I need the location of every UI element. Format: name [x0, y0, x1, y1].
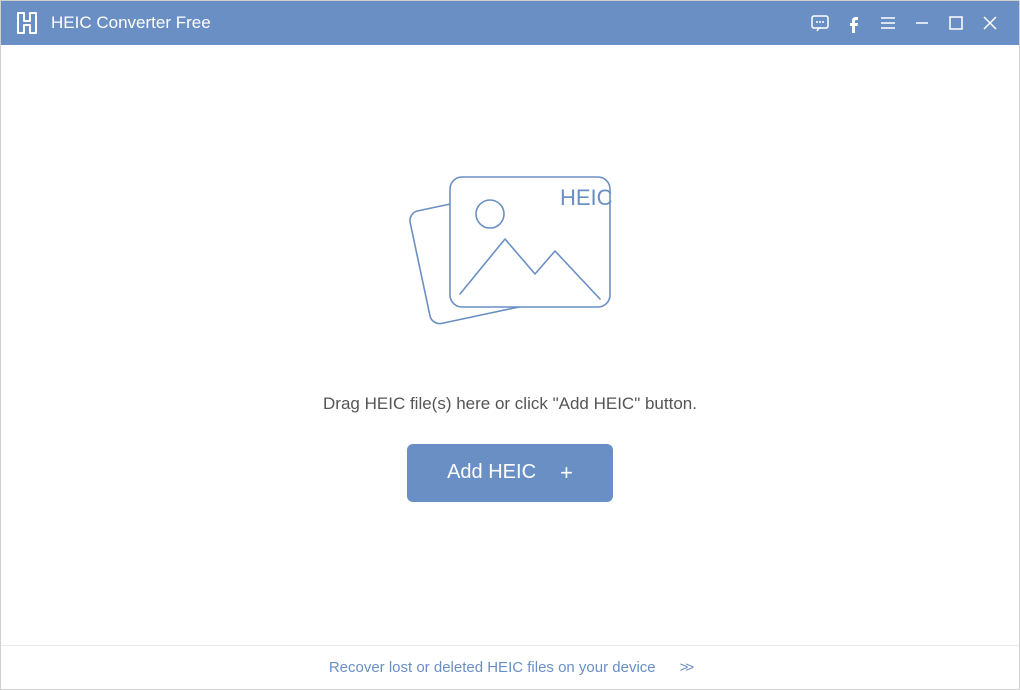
maximize-button[interactable] — [939, 1, 973, 45]
footer: Recover lost or deleted HEIC files on yo… — [1, 645, 1019, 689]
app-logo-icon — [13, 9, 41, 37]
titlebar: HEIC Converter Free — [1, 1, 1019, 45]
facebook-button[interactable] — [837, 1, 871, 45]
minimize-button[interactable] — [905, 1, 939, 45]
chevron-right-icon[interactable]: >> — [680, 659, 692, 676]
close-button[interactable] — [973, 1, 1007, 45]
feedback-button[interactable] — [803, 1, 837, 45]
app-title: HEIC Converter Free — [51, 13, 211, 33]
dropzone-instruction: Drag HEIC file(s) here or click "Add HEI… — [323, 394, 697, 414]
app-window: HEIC Converter Free — [0, 0, 1020, 690]
add-heic-label: Add HEIC — [447, 461, 536, 484]
plus-icon: + — [560, 460, 573, 486]
heic-badge: HEIC — [560, 185, 613, 210]
menu-button[interactable] — [871, 1, 905, 45]
dropzone-illustration-icon[interactable]: HEIC — [400, 159, 620, 364]
main-area: HEIC Drag HEIC file(s) here or click "Ad… — [1, 45, 1019, 645]
add-heic-button[interactable]: Add HEIC + — [407, 444, 613, 502]
recover-link[interactable]: Recover lost or deleted HEIC files on yo… — [329, 659, 656, 676]
